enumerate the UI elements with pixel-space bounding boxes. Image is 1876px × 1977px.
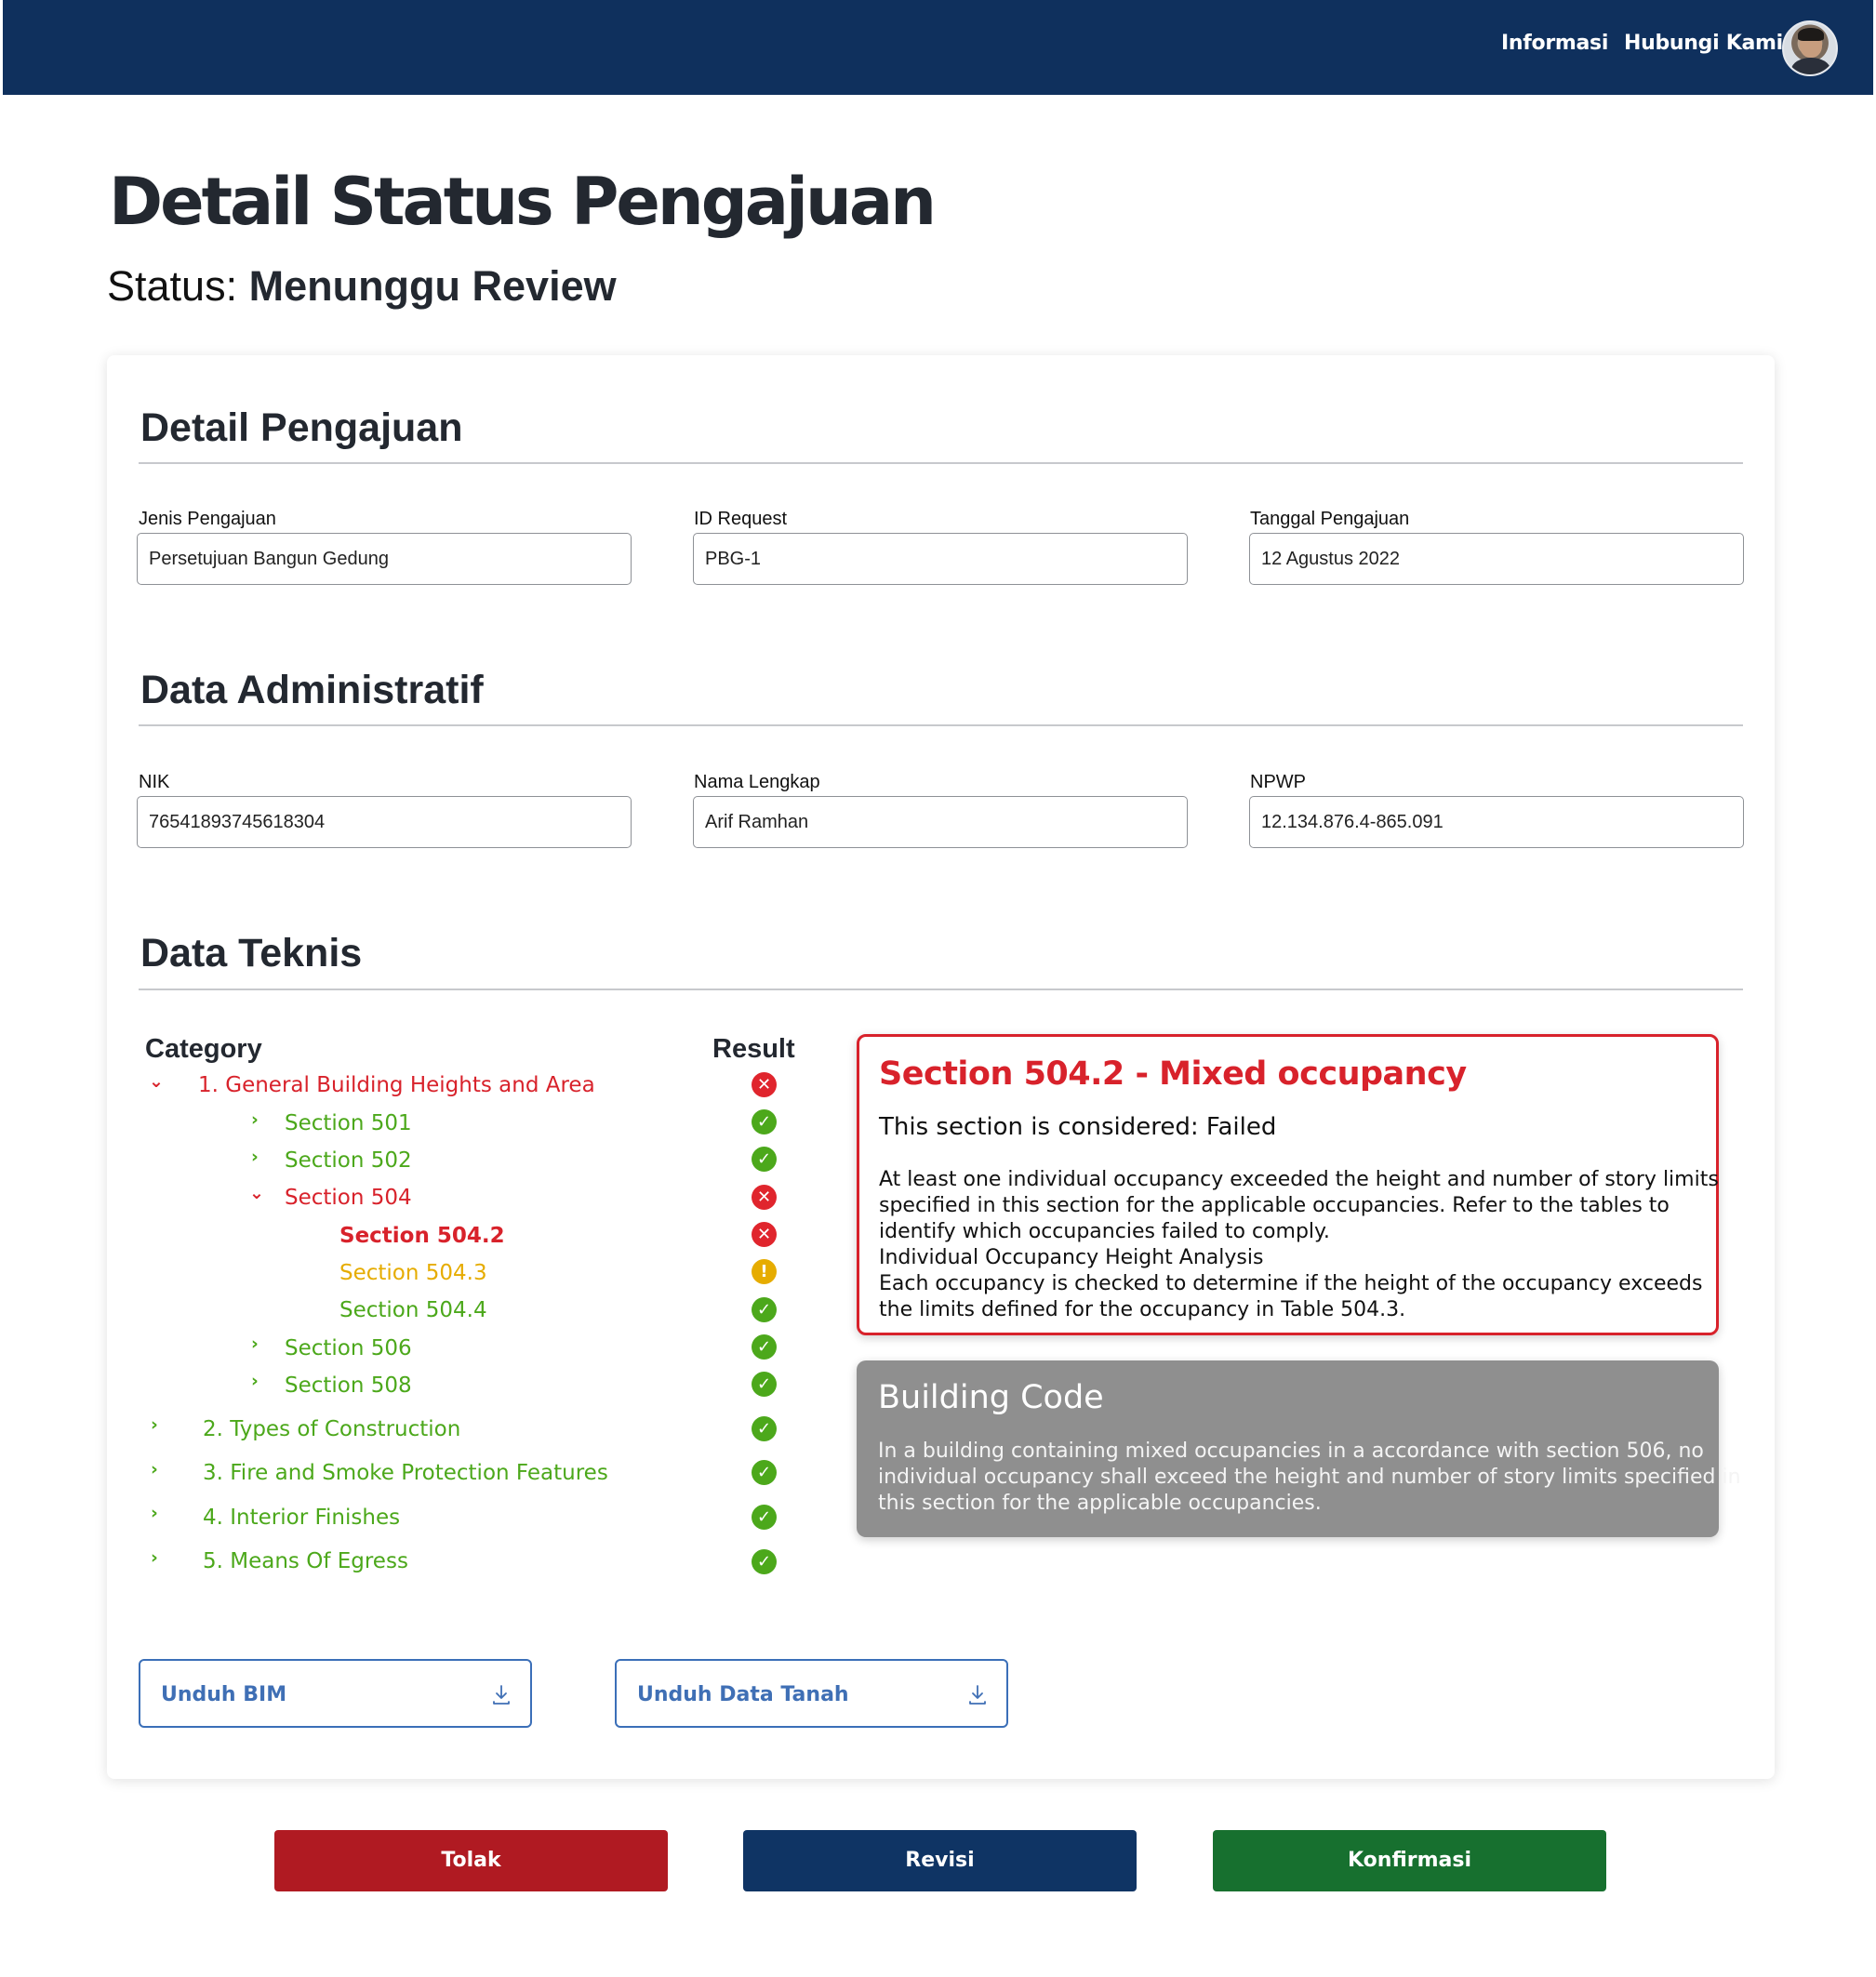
- chevron-right-icon[interactable]: ›: [151, 1547, 158, 1568]
- tree-item-section-508[interactable]: Section 508: [285, 1373, 412, 1398]
- status-value: Menunggu Review: [248, 262, 617, 310]
- chevron-right-icon[interactable]: ›: [251, 1109, 259, 1130]
- field-label-id-request: ID Request: [694, 509, 788, 529]
- description-line: Each occupancy is checked to determine i…: [879, 1272, 1703, 1295]
- category-column-header: Category: [145, 1034, 262, 1064]
- pass-icon: ✓: [752, 1109, 777, 1134]
- page-title: Detail Status Pengajuan: [109, 164, 937, 240]
- code-line: this section for the applicable occupanc…: [878, 1492, 1322, 1515]
- status-prefix: Status:: [107, 262, 249, 310]
- tanggal-pengajuan-field[interactable]: 12 Agustus 2022: [1249, 533, 1744, 585]
- chevron-right-icon[interactable]: ›: [251, 1371, 259, 1391]
- user-avatar[interactable]: [1782, 20, 1838, 76]
- tree-item-section-502[interactable]: Section 502: [285, 1148, 412, 1173]
- section-detail-description: At least one individual occupancy exceed…: [879, 1167, 1719, 1323]
- section-detail-panel: Section 504.2 - Mixed occupancy This sec…: [857, 1034, 1719, 1335]
- description-line: the limits defined for the occupancy in …: [879, 1298, 1406, 1321]
- fail-icon: ✕: [752, 1072, 777, 1097]
- pass-icon: ✓: [752, 1505, 777, 1530]
- download-icon: [969, 1685, 986, 1705]
- description-line: Individual Occupancy Height Analysis: [879, 1246, 1264, 1269]
- fail-icon: ✕: [752, 1222, 777, 1247]
- confirm-button[interactable]: Konfirmasi: [1213, 1830, 1606, 1891]
- section-detail-title: Section 504.2 - Mixed occupancy: [879, 1055, 1467, 1093]
- section-title-data-teknis: Data Teknis: [140, 931, 363, 975]
- chevron-right-icon[interactable]: ›: [251, 1333, 259, 1354]
- section-divider: [139, 988, 1743, 990]
- tree-item-section-506[interactable]: Section 506: [285, 1336, 412, 1360]
- pass-icon: ✓: [752, 1549, 777, 1574]
- download-bim-button[interactable]: Unduh BIM: [139, 1659, 532, 1728]
- description-line: specified in this section for the applic…: [879, 1194, 1670, 1217]
- result-column-header: Result: [712, 1034, 795, 1064]
- section-divider: [139, 462, 1743, 464]
- category-interior-finishes[interactable]: 4. Interior Finishes: [203, 1506, 400, 1530]
- warning-icon: !: [752, 1259, 777, 1284]
- download-icon: [493, 1685, 510, 1705]
- field-label-tanggal-pengajuan: Tanggal Pengajuan: [1250, 509, 1410, 529]
- pass-icon: ✓: [752, 1297, 777, 1322]
- field-label-jenis-pengajuan: Jenis Pengajuan: [139, 509, 276, 529]
- pass-icon: ✓: [752, 1147, 777, 1172]
- download-data-tanah-label: Unduh Data Tanah: [637, 1683, 849, 1706]
- chevron-right-icon[interactable]: ›: [251, 1147, 259, 1167]
- reject-button[interactable]: Tolak: [274, 1830, 668, 1891]
- pass-icon: ✓: [752, 1334, 777, 1360]
- code-line: In a building containing mixed occupanci…: [878, 1440, 1704, 1463]
- tree-item-section-501[interactable]: Section 501: [285, 1111, 412, 1135]
- id-request-field[interactable]: PBG-1: [693, 533, 1188, 585]
- field-label-nama-lengkap: Nama Lengkap: [694, 772, 820, 792]
- chevron-right-icon[interactable]: ›: [151, 1414, 158, 1435]
- category-fire-and-smoke[interactable]: 3. Fire and Smoke Protection Features: [203, 1461, 608, 1485]
- building-code-title: Building Code: [878, 1379, 1104, 1416]
- code-line: individual occupancy shall exceed the he…: [878, 1466, 1741, 1489]
- jenis-pengajuan-field[interactable]: Persetujuan Bangun Gedung: [137, 533, 632, 585]
- top-navbar: Informasi Hubungi Kami: [3, 0, 1873, 95]
- category-types-of-construction[interactable]: 2. Types of Construction: [203, 1417, 460, 1441]
- nama-lengkap-field[interactable]: Arif Ramhan: [693, 796, 1188, 848]
- description-line: At least one individual occupancy exceed…: [879, 1168, 1719, 1191]
- tree-item-section-504-2[interactable]: Section 504.2: [339, 1224, 505, 1248]
- nav-hubungi-kami-link[interactable]: Hubungi Kami: [1624, 32, 1783, 55]
- npwp-field[interactable]: 12.134.876.4-865.091: [1249, 796, 1744, 848]
- download-bim-label: Unduh BIM: [161, 1683, 287, 1706]
- pass-icon: ✓: [752, 1416, 777, 1441]
- status-line: Status: Menunggu Review: [107, 262, 617, 311]
- building-code-text: In a building containing mixed occupanci…: [878, 1439, 1741, 1517]
- chevron-down-icon[interactable]: ⌄: [249, 1183, 264, 1203]
- description-line: identify which occupancies failed to com…: [879, 1220, 1330, 1243]
- category-means-of-egress[interactable]: 5. Means Of Egress: [203, 1549, 408, 1573]
- nav-informasi-link[interactable]: Informasi: [1501, 32, 1608, 55]
- category-general-building-heights[interactable]: 1. General Building Heights and Area: [198, 1073, 595, 1097]
- revise-button[interactable]: Revisi: [743, 1830, 1137, 1891]
- chevron-right-icon[interactable]: ›: [151, 1503, 158, 1523]
- pass-icon: ✓: [752, 1460, 777, 1485]
- tree-item-section-504-3[interactable]: Section 504.3: [339, 1261, 487, 1285]
- section-title-detail-pengajuan: Detail Pengajuan: [140, 405, 463, 450]
- tree-item-section-504-4[interactable]: Section 504.4: [339, 1298, 487, 1322]
- section-title-data-administratif: Data Administratif: [140, 668, 484, 712]
- fail-icon: ✕: [752, 1185, 777, 1210]
- field-label-nik: NIK: [139, 772, 170, 792]
- building-code-panel: Building Code In a building containing m…: [857, 1360, 1741, 1537]
- download-data-tanah-button[interactable]: Unduh Data Tanah: [615, 1659, 1008, 1728]
- chevron-down-icon[interactable]: ⌄: [149, 1071, 164, 1092]
- pass-icon: ✓: [752, 1372, 777, 1397]
- tree-item-section-504[interactable]: Section 504: [285, 1186, 412, 1210]
- section-divider: [139, 724, 1743, 726]
- section-detail-status: This section is considered: Failed: [879, 1113, 1277, 1141]
- chevron-right-icon[interactable]: ›: [151, 1459, 158, 1479]
- field-label-npwp: NPWP: [1250, 772, 1306, 792]
- nik-field[interactable]: 76541893745618304: [137, 796, 632, 848]
